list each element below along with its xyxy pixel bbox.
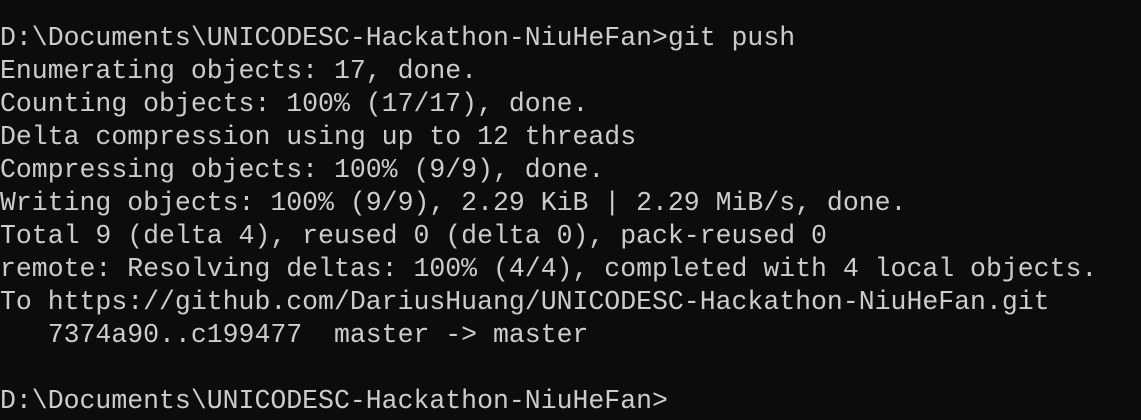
output-line: Writing objects: 100% (9/9), 2.29 KiB | … — [0, 188, 907, 218]
output-line: Counting objects: 100% (17/17), done. — [0, 89, 589, 119]
current-prompt[interactable]: D:\Documents\UNICODESC-Hackathon-NiuHeFa… — [0, 385, 1141, 418]
output-line: Compressing objects: 100% (9/9), done. — [0, 155, 605, 185]
output-line: Total 9 (delta 4), reused 0 (delta 0), p… — [0, 221, 827, 251]
command-line: D:\Documents\UNICODESC-Hackathon-NiuHeFa… — [0, 23, 796, 53]
output-line: 7374a90..c199477 master -> master — [0, 320, 589, 350]
terminal-output[interactable]: D:\Documents\UNICODESC-Hackathon-NiuHeFa… — [0, 22, 1141, 420]
output-line: To https://github.com/DariusHuang/UNICOD… — [0, 287, 1050, 317]
output-line: Delta compression using up to 12 threads — [0, 122, 637, 152]
output-line: Enumerating objects: 17, done. — [0, 56, 478, 86]
output-line: remote: Resolving deltas: 100% (4/4), co… — [0, 254, 1098, 284]
